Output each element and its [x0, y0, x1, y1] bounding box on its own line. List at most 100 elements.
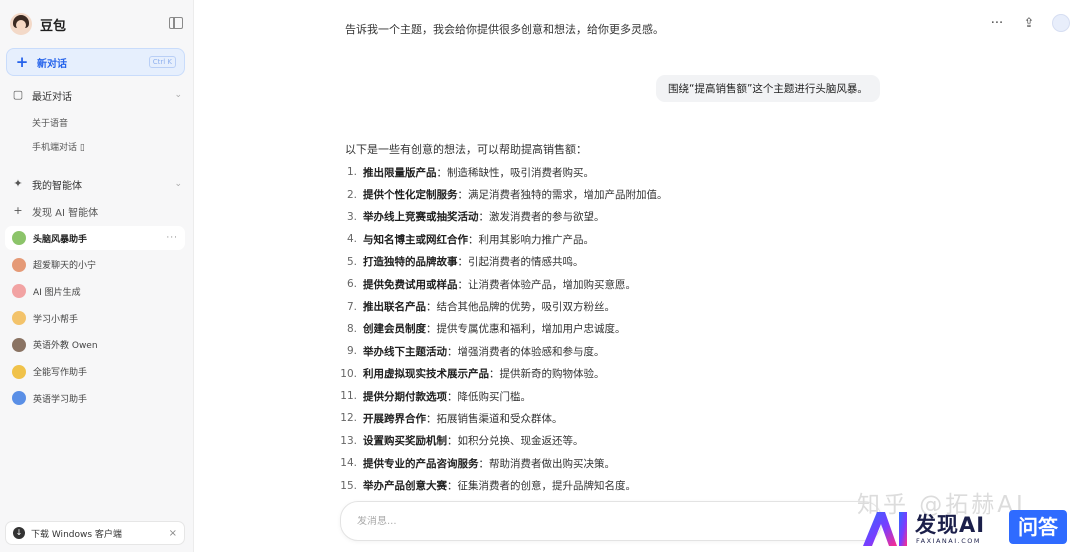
more-icon[interactable]: ··· — [166, 233, 178, 243]
idea-number: 3. — [346, 210, 357, 223]
app-name: 豆包 — [40, 18, 67, 34]
idea-number: 8. — [346, 322, 357, 335]
idea-item: 10. 利用虚拟现实技术展示产品 ：提供新奇的购物体验。 — [340, 363, 880, 385]
idea-number: 6. — [346, 278, 357, 291]
writing-bot-icon — [12, 364, 26, 379]
idea-number: 1. — [346, 166, 357, 179]
idea-description: ：提供专属优惠和福利，增加用户忠诚度。 — [426, 323, 626, 336]
my-agents-header[interactable]: ✦ 我的智能体 ⌄ — [0, 173, 194, 195]
topbar-actions: ··· ⇪ — [988, 14, 1070, 32]
idea-number: 15. — [340, 479, 357, 492]
message-input[interactable] — [357, 515, 865, 527]
user-avatar-icon[interactable] — [1052, 14, 1070, 32]
idea-title: 创建会员制度 — [363, 323, 426, 336]
new-chat-label: 新对话 — [37, 58, 67, 70]
idea-item: 12. 开展跨界合作 ：拓展销售渠道和受众群体。 — [340, 407, 880, 429]
idea-item: 8. 创建会员制度 ：提供专属优惠和福利，增加用户忠诚度。 — [340, 318, 880, 340]
idea-title: 举办线下主题活动 — [363, 345, 447, 358]
idea-description: ：结合其他品牌的优势，吸引双方粉丝。 — [426, 301, 615, 314]
idea-item: 11. 提供分期付款选项 ：降低购买门槛。 — [340, 385, 880, 407]
idea-title: 开展跨界合作 — [363, 412, 426, 425]
idea-description: ：制造稀缺性，吸引消费者购买。 — [436, 166, 595, 179]
brainstorm-bot-icon — [12, 231, 26, 245]
chevron-down-icon: ⌄ — [174, 90, 182, 100]
idea-number: 4. — [346, 233, 357, 246]
close-icon[interactable]: × — [169, 528, 177, 539]
app-window: 豆包 + 新对话 Ctrl K ▢ 最近对话 ⌄ 关于语音 手机端对话 ▯ ✦ … — [0, 0, 1080, 552]
agent-item[interactable]: AI 图片生成 — [5, 279, 185, 303]
more-icon[interactable]: ··· — [988, 14, 1006, 32]
idea-title: 举办产品创意大赛 — [363, 480, 447, 493]
idea-number: 11. — [340, 390, 357, 403]
idea-title: 打造独特的品牌故事 — [363, 256, 458, 269]
idea-number: 10. — [340, 367, 357, 380]
idea-title: 举办线上竞赛或抽奖活动 — [363, 211, 479, 224]
discover-agents-link[interactable]: + 发现 AI 智能体 — [0, 200, 194, 222]
chat-main: ··· ⇪ 告诉我一个主题，我会给你提供很多创意和想法，给你更多灵感。 围绕“提… — [194, 0, 1080, 552]
share-icon[interactable]: ⇪ — [1020, 14, 1038, 32]
agent-label: 学习小帮手 — [33, 314, 79, 325]
idea-title: 推出联名产品 — [363, 301, 426, 314]
watermark-brand: 发现AI — [915, 513, 986, 537]
idea-number: 7. — [346, 300, 357, 313]
download-label: 下载 Windows 客户端 — [31, 529, 122, 540]
watermark-brand-url: FAXIANAI.COM — [916, 537, 981, 545]
download-client-banner[interactable]: ↓ 下载 Windows 客户端 × — [5, 521, 185, 545]
idea-item: 5. 打造独特的品牌故事 ：引起消费者的情感共鸣。 — [340, 251, 880, 273]
idea-description: ：如积分兑换、现金返还等。 — [447, 435, 584, 448]
english-tutor-bot-icon — [12, 337, 26, 352]
idea-description: ：激发消费者的参与欲望。 — [478, 211, 605, 224]
image-gen-bot-icon — [12, 284, 26, 299]
my-agents-title: 我的智能体 — [32, 180, 82, 192]
agent-item[interactable]: 英语外教 Owen — [5, 333, 185, 357]
idea-title: 提供分期付款选项 — [363, 390, 447, 403]
study-helper-bot-icon — [12, 311, 26, 326]
agent-label: 全能写作助手 — [33, 368, 88, 378]
answer-intro: 以下是一些有创意的想法，可以帮助提高销售额： — [345, 143, 587, 156]
agent-item[interactable]: 英语学习助手 — [5, 386, 185, 410]
recent-chat-item[interactable]: 关于语音 — [32, 116, 68, 129]
idea-number: 2. — [346, 188, 357, 201]
idea-list: 1. 推出限量版产品 ：制造稀缺性，吸引消费者购买。 2. 提供个性化定制服务 ：满足消费… — [340, 161, 880, 497]
chevron-down-icon: ⌄ — [174, 179, 182, 189]
idea-item: 6. 提供免费试用或样品 ：让消费者体验产品，增加购买意愿。 — [340, 273, 880, 295]
idea-title: 利用虚拟现实技术展示产品 — [363, 368, 489, 381]
agent-item[interactable]: 全能写作助手 — [5, 360, 185, 384]
idea-title: 提供免费试用或样品 — [363, 278, 458, 291]
agent-item[interactable]: 学习小帮手 — [5, 306, 185, 330]
recent-chat-item[interactable]: 手机端对话 ▯ — [32, 140, 85, 153]
idea-item: 9. 举办线下主题活动 ：增强消费者的体验感和参与度。 — [340, 340, 880, 362]
idea-number: 12. — [340, 412, 357, 425]
agent-label: 英语学习助手 — [33, 394, 88, 405]
agent-label: AI 图片生成 — [33, 287, 81, 298]
idea-description: ：满足消费者独特的需求，增加产品附加值。 — [457, 189, 668, 202]
message-input-box[interactable] — [340, 501, 882, 541]
idea-item: 4. 与知名博主或网红合作 ：利用其影响力推广产品。 — [340, 228, 880, 250]
agent-item[interactable]: 头脑风暴助手 ··· — [5, 226, 185, 250]
new-chat-shortcut: Ctrl K — [148, 56, 176, 68]
discover-agents-label: 发现 AI 智能体 — [32, 207, 99, 219]
recent-chats-title: 最近对话 — [32, 91, 72, 103]
sparkle-icon: ✦ — [13, 177, 23, 190]
idea-description: ：引起消费者的情感共鸣。 — [457, 256, 584, 269]
user-message-bubble: 围绕“提高销售额”这个主题进行头脑风暴。 — [656, 75, 880, 102]
idea-title: 提供个性化定制服务 — [363, 189, 458, 202]
recent-chats-header[interactable]: ▢ 最近对话 ⌄ — [0, 84, 194, 106]
ai-logo-icon — [863, 512, 907, 546]
chat-bubble-icon: ▢ — [12, 88, 24, 101]
bot-intro-message: 告诉我一个主题，我会给你提供很多创意和想法，给你更多灵感。 — [345, 23, 664, 36]
plus-icon: + — [13, 204, 23, 217]
idea-item: 7. 推出联名产品 ：结合其他品牌的优势，吸引双方粉丝。 — [340, 295, 880, 317]
idea-item: 3. 举办线上竞赛或抽奖活动 ：激发消费者的参与欲望。 — [340, 206, 880, 228]
idea-number: 9. — [346, 345, 357, 358]
idea-title: 提供专业的产品咨询服务 — [363, 457, 479, 470]
collapse-sidebar-icon[interactable] — [169, 17, 183, 29]
plus-icon: + — [15, 52, 29, 71]
sidebar: 豆包 + 新对话 Ctrl K ▢ 最近对话 ⌄ 关于语音 手机端对话 ▯ ✦ … — [0, 0, 194, 552]
chat-girl-bot-icon — [12, 257, 26, 272]
new-chat-button[interactable]: + 新对话 Ctrl K — [6, 48, 185, 76]
agent-label: 英语外教 Owen — [33, 341, 98, 352]
app-avatar-icon[interactable] — [10, 13, 32, 35]
agent-item[interactable]: 超爱聊天的小宁 — [5, 253, 185, 277]
idea-title: 推出限量版产品 — [363, 166, 437, 179]
